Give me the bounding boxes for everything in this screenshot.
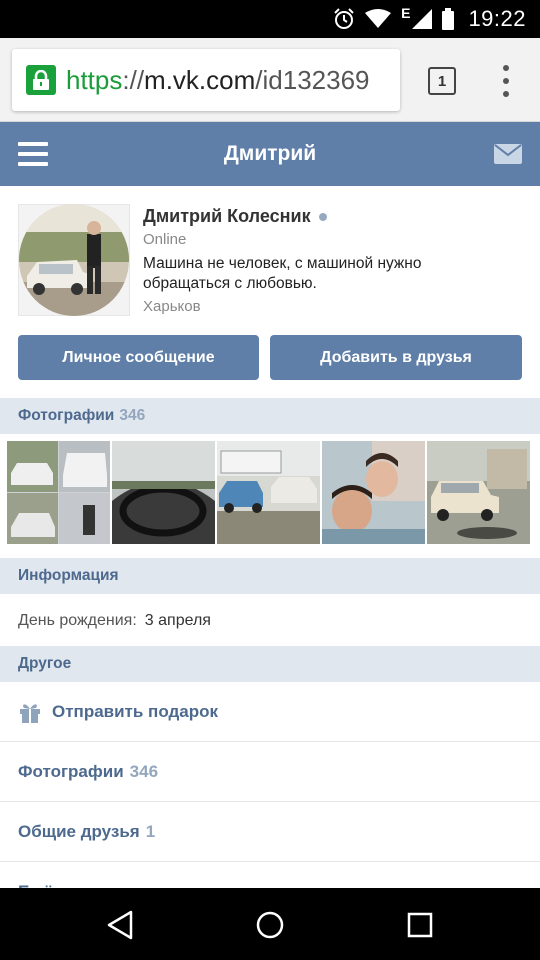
page-title: Дмитрий	[223, 142, 317, 165]
recents-button[interactable]	[400, 905, 440, 945]
url-scheme: https	[66, 64, 123, 95]
add-friend-button[interactable]: Добавить в друзья	[270, 335, 522, 380]
network-type: E	[401, 5, 411, 21]
recents-icon	[407, 912, 433, 938]
lock-icon	[26, 65, 56, 95]
app-header: Дмитрий	[0, 122, 540, 186]
profile-name-text: Дмитрий Колесник	[143, 206, 311, 226]
send-gift-link[interactable]: Отправить подарок	[0, 682, 540, 742]
android-nav-bar	[0, 888, 540, 960]
menu-dot	[503, 65, 509, 71]
back-icon	[107, 910, 133, 940]
profile-card: Дмитрий Колесник Online Машина не челове…	[0, 186, 540, 398]
clock: 19:22	[468, 6, 526, 31]
menu-dot	[503, 91, 509, 97]
info-section-title: Информация	[18, 567, 119, 584]
photo-strip	[0, 434, 540, 558]
online-indicator-icon	[318, 212, 327, 221]
browser-menu-button[interactable]	[498, 65, 514, 97]
status-bar: E 19:22	[0, 0, 540, 38]
photos-link-count: 346	[129, 761, 159, 781]
birthday-label: День рождения:	[18, 611, 137, 629]
home-icon	[256, 911, 284, 939]
photo-thumbnail[interactable]	[217, 441, 320, 544]
address-bar[interactable]: https://m.vk.com/id132369	[12, 49, 400, 111]
other-section-header: Другое	[0, 646, 540, 682]
send-message-button[interactable]: Личное сообщение	[18, 335, 259, 380]
photos-section-header[interactable]: Фотографии 346	[0, 398, 540, 434]
avatar-frame[interactable]	[18, 204, 130, 316]
mutual-friends-label: Общие друзья	[18, 821, 140, 841]
profile-status-quote: Машина не человек, с машиной нужно обращ…	[143, 255, 422, 292]
url-separator: ://	[122, 64, 145, 95]
menu-dot	[503, 78, 509, 84]
online-status: Online	[143, 231, 187, 248]
home-button[interactable]	[250, 905, 290, 945]
mail-icon[interactable]	[494, 144, 522, 164]
photo-thumbnail[interactable]	[322, 441, 425, 544]
send-gift-label: Отправить подарок	[52, 701, 219, 721]
photo-thumbnail[interactable]	[7, 441, 110, 544]
photos-link[interactable]: Фотографии 346	[0, 742, 540, 802]
url-host: m.vk.com	[144, 64, 256, 95]
hamburger-menu-icon[interactable]	[18, 142, 48, 166]
browser-toolbar: https://m.vk.com/id132369 1	[0, 38, 540, 122]
info-section-header: Информация	[0, 558, 540, 594]
mutual-friends-link[interactable]: Общие друзья 1	[0, 802, 540, 862]
other-section-title: Другое	[18, 655, 72, 672]
avatar	[19, 204, 129, 316]
birthday-row: День рождения: 3 апреля	[0, 595, 540, 646]
photo-thumbnail[interactable]	[112, 441, 215, 544]
photo-thumbnail[interactable]	[427, 441, 530, 544]
signal-icon	[412, 7, 433, 31]
profile-name: Дмитрий Колесник	[143, 206, 327, 227]
photos-section-title: Фотографии	[18, 407, 115, 424]
profile-city: Харьков	[143, 298, 201, 315]
battery-icon	[442, 7, 455, 31]
url-text[interactable]: https://m.vk.com/id132369	[66, 65, 370, 96]
mutual-friends-count: 1	[145, 821, 156, 841]
photos-count: 346	[119, 407, 146, 424]
url-path: /id132369	[255, 64, 370, 95]
wifi-icon	[365, 7, 392, 31]
tab-switcher-button[interactable]: 1	[428, 67, 456, 95]
birthday-value: 3 апреля	[144, 611, 211, 629]
photos-link-label: Фотографии	[18, 761, 124, 781]
back-button[interactable]	[100, 905, 140, 945]
alarm-icon	[333, 7, 355, 31]
gift-icon	[20, 703, 40, 723]
